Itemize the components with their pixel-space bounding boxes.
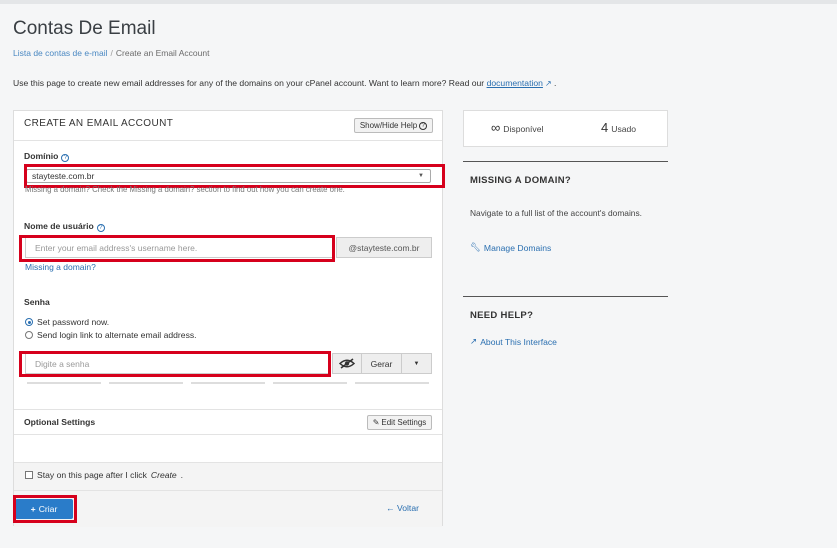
optional-settings-label: Optional Settings [24, 417, 96, 427]
generate-password-button[interactable]: Gerar [361, 353, 402, 374]
domain-help-icon[interactable]: ? [61, 154, 70, 162]
missing-domain-text: Navigate to a full list of the account's… [470, 208, 642, 218]
need-help-title: NEED HELP? [470, 310, 534, 321]
username-label: Nome de usuário? [24, 221, 105, 232]
external-link-icon: ↗ [544, 79, 552, 88]
pencil-icon: ✎ [372, 418, 380, 427]
page-title: Contas De Email [13, 18, 156, 39]
divider [14, 434, 442, 435]
infinity-icon: ∞ [491, 120, 501, 135]
about-interface-link[interactable]: ↗ About This Interface [470, 336, 557, 347]
sidebar-divider [463, 161, 668, 162]
username-help-icon[interactable]: ? [96, 224, 105, 232]
manage-domains-link[interactable]: 🔧︎ Manage Domains [470, 242, 551, 253]
back-link[interactable]: ← Voltar [386, 503, 419, 513]
external-link-icon: ↗ [470, 336, 478, 346]
strength-meter-segment [355, 382, 429, 384]
strength-meter-segment [191, 382, 265, 384]
radio-set-password[interactable]: Set password now. [25, 317, 109, 327]
show-hide-help-button[interactable]: Show/Hide Help ? [354, 118, 433, 133]
radio-button[interactable] [25, 331, 33, 339]
strength-meter-segment [27, 382, 101, 384]
strength-meter-segment [109, 382, 183, 384]
panel-header: CREATE AN EMAIL ACCOUNT Show/Hide Help ? [14, 111, 442, 141]
arrow-left-icon: ← [386, 503, 395, 513]
eye-slash-icon [339, 358, 355, 369]
password-label: Senha [24, 297, 50, 307]
documentation-link[interactable]: documentation [487, 78, 543, 88]
stay-on-page-option[interactable]: Stay on this page after I click Create. [25, 470, 183, 480]
available-stat: ∞ Disponível [491, 120, 544, 135]
used-stat: 4 Usado [601, 120, 637, 135]
toggle-visibility-button[interactable] [332, 353, 362, 374]
intro-text: Use this page to create new email addres… [13, 78, 557, 88]
missing-domain-link[interactable]: Missing a domain? [25, 262, 96, 272]
domain-hint: Missing a domain? Check the Missing a do… [25, 185, 345, 194]
strength-meter-segment [273, 382, 347, 384]
missing-domain-title: MISSING A DOMAIN? [470, 175, 571, 186]
generate-options-dropdown[interactable]: ▼ [401, 353, 432, 374]
breadcrumb: Lista de contas de e-mail / Create an Emai… [13, 48, 210, 58]
panel-title: CREATE AN EMAIL ACCOUNT [24, 118, 174, 129]
account-stats: ∞ Disponível 4 Usado [463, 110, 668, 147]
top-bar [0, 0, 837, 4]
domain-label: Domínio? [24, 151, 70, 162]
breadcrumb-parent-link[interactable]: Lista de contas de e-mail [13, 48, 108, 58]
divider [14, 490, 442, 491]
help-icon: ? [419, 121, 428, 130]
edit-settings-button[interactable]: ✎ Edit Settings [367, 415, 432, 430]
breadcrumb-current: Create an Email Account [115, 48, 210, 58]
radio-button-selected[interactable] [25, 318, 33, 326]
radio-send-link[interactable]: Send login link to alternate email addre… [25, 330, 197, 340]
divider [14, 409, 442, 410]
caret-down-icon: ▼ [413, 360, 420, 367]
stay-checkbox[interactable] [25, 471, 33, 479]
sidebar-divider [463, 296, 668, 297]
highlight-box-username [19, 235, 335, 262]
create-account-panel: CREATE AN EMAIL ACCOUNT Show/Hide Help ?… [13, 110, 445, 527]
wrench-icon: 🔧︎ [470, 242, 481, 252]
highlight-box-password [19, 351, 331, 377]
highlight-box-create [13, 495, 77, 523]
domain-suffix: @stayteste.com.br [336, 237, 432, 258]
